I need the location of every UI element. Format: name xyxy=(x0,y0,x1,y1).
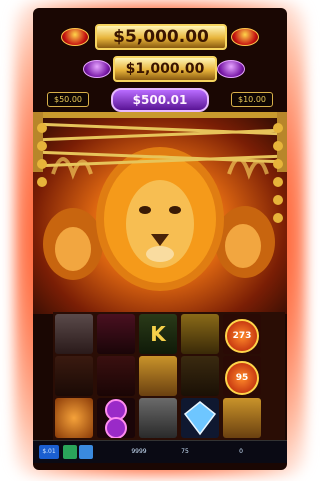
grand-jackpot-row: $5,000.00 xyxy=(33,24,287,50)
reel-symbol-rhino xyxy=(55,314,93,354)
mini-left-jackpot: $50.00 xyxy=(47,92,89,107)
reel-symbol-lion xyxy=(55,398,93,438)
mini-right-jackpot: $10.00 xyxy=(231,92,273,107)
reel-symbol-chest xyxy=(139,356,177,396)
reel-symbol-elephant xyxy=(139,398,177,438)
left-beads xyxy=(37,123,47,187)
reel-symbol-leopard xyxy=(181,314,219,354)
symbol-k-label: K xyxy=(150,322,166,346)
grand-right-gem-icon xyxy=(231,28,259,46)
reel-symbol-dark-3 xyxy=(181,356,219,396)
bottom-bar: $.01 9999 75 0 xyxy=(33,440,287,463)
major-right-gem-icon xyxy=(217,60,245,78)
reel-symbol-red xyxy=(97,314,135,354)
mid-jackpot-value: $500.01 xyxy=(111,88,209,112)
credit-meter: 9999 xyxy=(131,448,147,455)
reel-area: K 273 95 xyxy=(53,312,285,440)
reel-badge-95: 95 xyxy=(223,356,261,396)
badge-95-value: 95 xyxy=(225,361,259,395)
bonus-coin-icon xyxy=(105,399,127,439)
reel-symbol-dark-2 xyxy=(97,356,135,396)
reel-symbol-chest-2 xyxy=(223,398,261,438)
reel-badge-273: 273 xyxy=(223,314,261,354)
green-button[interactable] xyxy=(63,445,77,459)
grand-left-gem-icon xyxy=(61,28,89,46)
major-left-gem-icon xyxy=(83,60,111,78)
bet-meter: 75 xyxy=(181,448,189,455)
right-beads xyxy=(273,123,283,223)
reel-symbol-bonus xyxy=(97,398,135,439)
win-meter: 0 xyxy=(239,448,243,455)
gold-chains xyxy=(33,112,287,172)
reel-symbol-diamond xyxy=(181,398,219,438)
badge-273-value: 273 xyxy=(225,319,259,353)
minor-jackpot-row: $50.00 $500.01 $10.00 xyxy=(33,88,287,114)
denomination-button[interactable]: $.01 xyxy=(39,445,59,459)
major-jackpot-value: $1,000.00 xyxy=(113,56,217,82)
blue-button[interactable] xyxy=(79,445,93,459)
major-jackpot-row: $1,000.00 xyxy=(33,56,287,82)
reel-symbol-dark xyxy=(55,356,93,396)
reel-symbol-k: K xyxy=(139,314,177,354)
grand-jackpot-value: $5,000.00 xyxy=(95,24,227,50)
diamond-icon xyxy=(183,401,217,436)
slot-cabinet: $5,000.00 $1,000.00 $50.00 $500.01 $10.0… xyxy=(33,8,287,470)
